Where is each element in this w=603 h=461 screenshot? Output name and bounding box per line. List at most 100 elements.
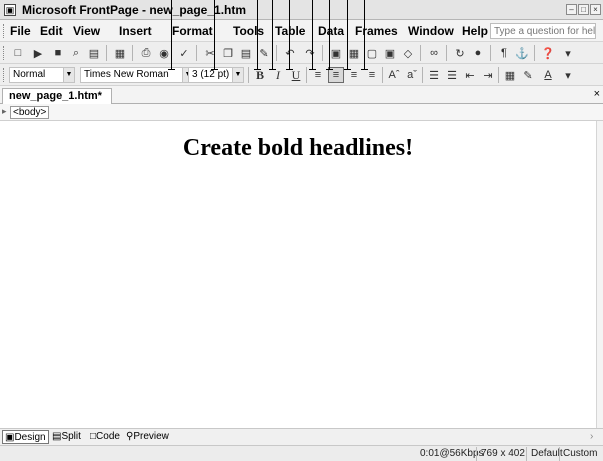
undo-icon[interactable]: ↶ [282, 45, 298, 61]
stop-icon[interactable]: ● [470, 45, 486, 61]
menu-data[interactable]: Data [318, 24, 344, 38]
menu-window[interactable]: Window [408, 24, 454, 38]
increase-indent-icon[interactable]: ⇥ [480, 67, 496, 83]
tab-design[interactable]: ▣Design [2, 430, 49, 444]
cut-icon[interactable]: ✂ [202, 45, 218, 61]
chevron-down-icon[interactable]: ▼ [232, 68, 243, 82]
menu-view[interactable]: View [73, 24, 100, 38]
web-component-icon[interactable]: ▣ [328, 45, 344, 61]
scroll-right-icon[interactable]: › [590, 431, 593, 442]
copy-icon[interactable]: ❐ [220, 45, 236, 61]
accessibility-icon[interactable]: ⚓ [514, 45, 530, 61]
highlight-color-icon[interactable]: ✎ [520, 67, 536, 83]
font-dropdown[interactable]: Times New Roman ▼ [80, 67, 194, 83]
decrease-font-size-icon[interactable]: aˇ [404, 67, 420, 83]
font-color-icon[interactable]: A [540, 67, 556, 83]
view-tab-bar: ▣Design ▤Split □Code ⚲Preview ‹ › [0, 428, 603, 445]
page-size-status[interactable]: 769 x 402 [481, 448, 525, 459]
chevron-down-icon[interactable]: ▼ [63, 68, 74, 82]
menu-table[interactable]: Table [275, 24, 305, 38]
borders-icon[interactable]: ▦ [502, 67, 518, 83]
frontpage-app-icon[interactable]: ▣ [4, 4, 16, 16]
numbered-list-icon[interactable]: ☰ [426, 67, 442, 83]
scroll-left-icon[interactable]: ‹ [164, 431, 167, 442]
style-dropdown[interactable]: Normal ▼ [9, 67, 75, 83]
restore-button[interactable]: □ [578, 4, 589, 15]
search-icon[interactable]: ⌕ [68, 45, 84, 61]
design-view-canvas[interactable]: Create bold headlines! [0, 121, 596, 428]
menu-edit[interactable]: Edit [40, 24, 63, 38]
paste-icon[interactable]: ▤ [238, 45, 254, 61]
tag-bar-arrow-icon[interactable]: ▸ [2, 106, 7, 117]
open-folder-icon[interactable]: ▶ [30, 45, 46, 61]
help-icon[interactable]: ❓ [540, 45, 556, 61]
decrease-indent-icon[interactable]: ⇤ [462, 67, 478, 83]
tab-code[interactable]: □Code [88, 430, 122, 444]
menu-grip[interactable] [3, 24, 6, 38]
insert-table-icon[interactable]: ▦ [346, 45, 362, 61]
style-value: Normal [13, 69, 46, 80]
bold-button[interactable]: B [252, 67, 268, 83]
close-icon[interactable]: × [594, 88, 600, 100]
formatting-toolbar: Normal ▼ Times New Roman ▼ 3 (12 pt) ▼ B… [0, 64, 603, 86]
tab-code-label: Code [96, 431, 120, 442]
help-search-box[interactable]: Type a question for help [490, 23, 596, 39]
italic-button[interactable]: I [270, 67, 286, 83]
window-title: Microsoft FrontPage - new_page_1.htm [22, 3, 247, 17]
toolbar-separator [534, 45, 535, 61]
style-mode-status[interactable]: Default [531, 448, 563, 459]
menu-help[interactable]: Help [462, 24, 488, 38]
menu-format[interactable]: Format [172, 24, 213, 38]
download-time-status: 0:01@56Kbps [420, 448, 484, 459]
toggle-pane-icon[interactable]: ▦ [112, 45, 128, 61]
authoring-mode-status[interactable]: Custom [563, 448, 597, 459]
insert-layer-icon[interactable]: ▢ [364, 45, 380, 61]
increase-font-size-icon[interactable]: Aˆ [386, 67, 402, 83]
status-bar: 0:01@56Kbps 769 x 402 Default Custom [0, 445, 603, 461]
status-divider [476, 447, 477, 461]
format-painter-icon[interactable]: ✎ [256, 45, 272, 61]
align-right-icon[interactable]: ≡ [346, 67, 362, 83]
menu-file[interactable]: File [10, 24, 31, 38]
print-icon[interactable]: ⎙ [138, 45, 154, 61]
align-center-icon[interactable]: ≡ [328, 67, 344, 83]
minimize-button[interactable]: – [566, 4, 577, 15]
preview-in-browser-icon[interactable]: ◉ [156, 45, 172, 61]
tab-design-label: Design [14, 432, 46, 443]
save-icon[interactable]: ■ [50, 45, 66, 61]
redo-icon[interactable]: ↷ [302, 45, 318, 61]
align-left-icon[interactable]: ≡ [310, 67, 326, 83]
window-controls: – □ × [566, 4, 601, 15]
toolbar-grip[interactable] [3, 68, 6, 82]
close-button[interactable]: × [590, 4, 601, 15]
vertical-scrollbar[interactable] [596, 121, 603, 428]
menu-tools[interactable]: Tools [233, 24, 264, 38]
insert-picture-icon[interactable]: ▣ [382, 45, 398, 61]
hyperlink-icon[interactable]: ∞ [426, 45, 442, 61]
toolbar-separator [276, 45, 277, 61]
tab-new-page-1[interactable]: new_page_1.htm* [2, 88, 112, 104]
font-size-dropdown[interactable]: 3 (12 pt) ▼ [188, 67, 244, 83]
menu-frames[interactable]: Frames [355, 24, 398, 38]
spelling-icon[interactable]: ✓ [176, 45, 192, 61]
bulleted-list-icon[interactable]: ☰ [444, 67, 460, 83]
body-tag-chip[interactable]: <body> [10, 106, 50, 119]
justify-icon[interactable]: ≡ [364, 67, 380, 83]
toolbar-grip[interactable] [3, 46, 6, 60]
toolbar-options-icon[interactable]: ▾ [560, 67, 576, 83]
toolbar-separator [498, 67, 499, 83]
tab-split[interactable]: ▤Split [50, 430, 83, 444]
font-size-value: 3 (12 pt) [192, 69, 230, 80]
drawing-icon[interactable]: ◇ [400, 45, 416, 61]
show-all-icon[interactable]: ¶ [496, 45, 512, 61]
underline-button[interactable]: U [288, 67, 304, 83]
status-divider [559, 447, 560, 461]
toolbar-options-icon[interactable]: ▾ [560, 45, 576, 61]
toolbar-separator [132, 45, 133, 61]
new-page-icon[interactable]: □ [10, 45, 26, 61]
publish-icon[interactable]: ▤ [86, 45, 102, 61]
toolbar-separator [420, 45, 421, 61]
refresh-icon[interactable]: ↻ [452, 45, 468, 61]
menu-insert[interactable]: Insert [119, 24, 152, 38]
page-headline[interactable]: Create bold headlines! [0, 135, 596, 162]
